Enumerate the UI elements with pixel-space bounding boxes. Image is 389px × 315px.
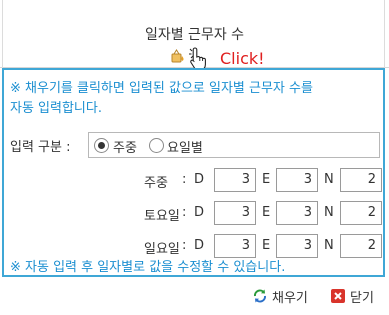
radio-weekday-label[interactable]: 주중 (113, 137, 137, 156)
close-x-icon (331, 289, 345, 303)
fill-button[interactable]: 채우기 (252, 285, 308, 307)
radio-by-day-label[interactable]: 요일별 (167, 137, 203, 156)
sunday-e-input[interactable]: 3 (276, 234, 318, 258)
saturday-e-input[interactable]: 3 (276, 201, 318, 225)
shift-label-n: N (324, 172, 334, 187)
radio-weekday[interactable] (94, 138, 109, 153)
shift-label-d: D (194, 238, 205, 253)
shift-label-n: N (324, 238, 334, 253)
radio-selected-dot (98, 142, 105, 149)
fill-icon[interactable] (170, 48, 186, 64)
radio-by-day[interactable] (149, 138, 164, 153)
weekday-d-input[interactable]: 3 (214, 168, 256, 192)
shift-label-e: E (262, 238, 271, 253)
click-hint-label: Click! (220, 49, 265, 68)
dialog-footer: 채우기 닫기 (0, 277, 389, 315)
close-button-label: 닫기 (350, 290, 374, 306)
fill-settings-panel: ※ 채우기를 클릭하면 입력된 값으로 일자별 근무자 수를 자동 입력합니다.… (2, 68, 385, 277)
sunday-n-input[interactable]: 2 (340, 234, 382, 258)
notice-line: 자동 입력합니다. (10, 101, 102, 116)
input-type-radio-group: 주중 요일별 (88, 132, 380, 158)
column-header-title: 일자별 근무자 수 (144, 27, 245, 43)
notice-line: ※ 채우기를 클릭하면 입력된 값으로 일자별 근무자 수를 (10, 81, 313, 96)
notice-line: ※ 자동 입력 후 일자별로 값을 수정할 수 있습니다. (10, 260, 286, 275)
row-colon: : (182, 205, 187, 220)
shift-label-d: D (194, 172, 205, 187)
shift-label-e: E (262, 172, 271, 187)
row-colon: : (182, 238, 187, 253)
shift-label-e: E (262, 205, 271, 220)
header-area: 일자별 근무자 수 Click! (0, 0, 389, 71)
refresh-arrows-icon (254, 289, 266, 303)
row-colon: : (182, 172, 187, 187)
row-label-sunday: 일요일 (144, 242, 180, 257)
input-type-label: 입력 구분 : (10, 140, 71, 155)
dialog: 일자별 근무자 수 Click! ※ 채우기를 클릭하면 입력된 값으로 일자별… (0, 0, 389, 315)
saturday-d-input[interactable]: 3 (214, 201, 256, 225)
row-label-saturday: 토요일 (144, 209, 180, 224)
close-button[interactable]: 닫기 (330, 285, 374, 307)
saturday-n-input[interactable]: 2 (340, 201, 382, 225)
weekday-n-input[interactable]: 2 (340, 168, 382, 192)
row-label-weekday: 주중 (144, 176, 168, 191)
weekday-e-input[interactable]: 3 (276, 168, 318, 192)
shift-label-n: N (324, 205, 334, 220)
fill-button-label: 채우기 (272, 290, 308, 306)
shift-label-d: D (194, 205, 205, 220)
sunday-d-input[interactable]: 3 (214, 234, 256, 258)
